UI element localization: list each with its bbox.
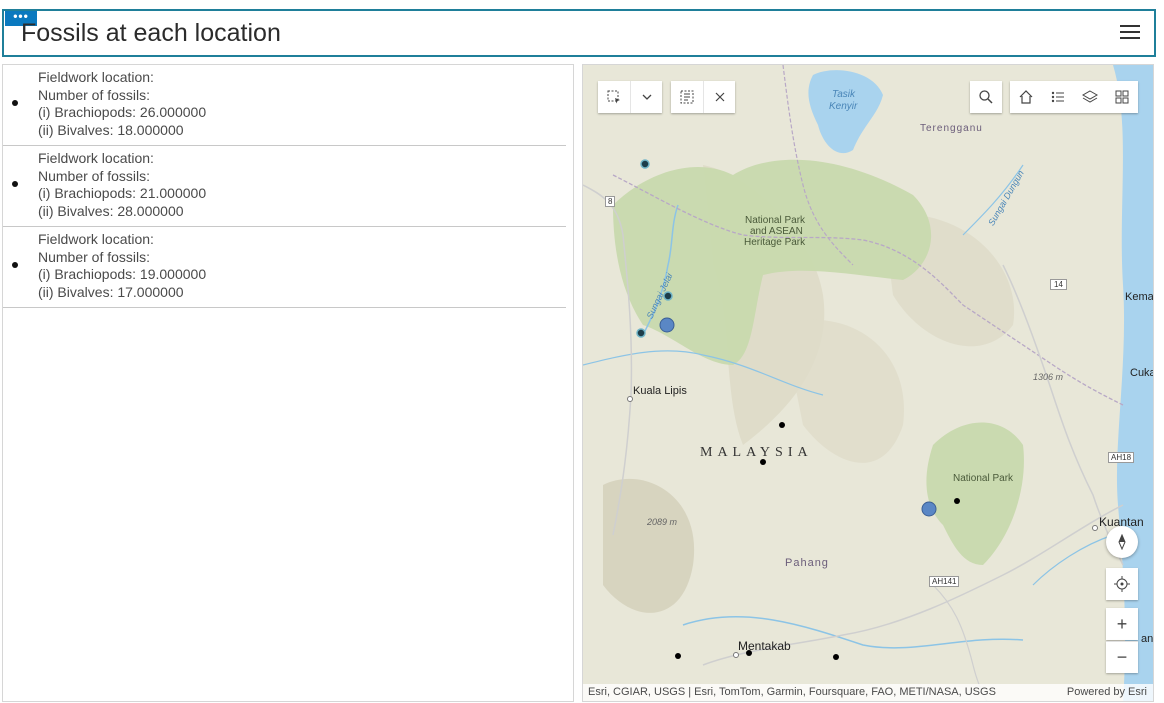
fossil-count-label: Number of fossils: — [38, 86, 151, 103]
map-label-kuala-lipis: Kuala Lipis — [633, 385, 687, 397]
location-label: Fieldwork location: — [38, 150, 154, 166]
list-item[interactable]: Fieldwork location: Number of fossils: (… — [3, 227, 566, 308]
app-header: ••• Fossils at each location — [2, 9, 1156, 57]
legend-icon[interactable] — [1042, 81, 1074, 113]
map-label-edge: an — [1141, 633, 1154, 645]
select-by-rectangle-icon[interactable] — [598, 81, 630, 113]
map-label-terengganu: Terengganu — [920, 123, 983, 134]
map-label-cukai: Cuka — [1130, 367, 1154, 379]
basemap[interactable] — [583, 65, 1154, 702]
attribution-sources[interactable]: Esri, CGIAR, USGS | Esri, TomTom, Garmin… — [588, 686, 996, 698]
fossil-count-label: Number of fossils: — [38, 248, 151, 265]
map-label-national-park-3: Heritage Park — [744, 237, 806, 248]
list-item[interactable]: Fieldwork location: Number of fossils: (… — [3, 146, 566, 227]
chevron-down-icon[interactable] — [630, 81, 662, 113]
map-label-elevation-2089: 2089 m — [647, 517, 678, 527]
map-view[interactable]: Tasik Kenyir Terengganu National Park an… — [582, 64, 1154, 702]
bivalves-count: (ii) Bivalves: 28.000000 — [38, 203, 184, 220]
bivalves-count: (ii) Bivalves: 18.000000 — [38, 122, 184, 139]
powered-by-esri[interactable]: Powered by Esri — [1067, 686, 1147, 698]
layers-icon[interactable] — [1074, 81, 1106, 113]
fossil-count-label: Number of fossils: — [38, 167, 151, 184]
page-title: Fossils at each location — [21, 19, 281, 47]
home-icon[interactable] — [1010, 81, 1042, 113]
map-label-kenyir: Kenyir — [829, 101, 858, 112]
bivalves-count: (ii) Bivalves: 17.000000 — [38, 284, 184, 301]
brachiopods-count: (i) Brachiopods: 19.000000 — [38, 266, 207, 283]
select-layers-icon[interactable] — [671, 81, 703, 113]
brachiopods-count: (i) Brachiopods: 21.000000 — [38, 185, 207, 202]
route-shield-ah18: AH18 — [1108, 452, 1135, 463]
brachiopods-count: (i) Brachiopods: 26.000000 — [38, 104, 207, 121]
search-tool — [970, 81, 1002, 113]
route-shield-8: 8 — [605, 196, 616, 207]
bullet-icon — [12, 262, 18, 268]
map-label-national-park: National Park — [745, 215, 806, 226]
map-label-kemaman: Kema — [1125, 291, 1154, 303]
map-label-malaysia: MALAYSIA — [700, 445, 813, 460]
map-tools-toolbar — [1010, 81, 1138, 113]
locate-icon[interactable] — [1106, 568, 1138, 600]
compass-icon[interactable] — [1106, 526, 1138, 558]
zoom-in-button[interactable]: + — [1106, 608, 1138, 640]
selection-toolbar — [598, 81, 662, 113]
map-label-elevation-1306: 1306 m — [1033, 372, 1064, 382]
location-label: Fieldwork location: — [38, 69, 154, 85]
hamburger-menu-icon[interactable] — [1120, 23, 1140, 41]
close-icon[interactable] — [703, 81, 735, 113]
map-label-national-park-east: National Park — [953, 473, 1014, 484]
bullet-icon — [12, 181, 18, 187]
map-label-national-park-2: and ASEAN — [750, 226, 803, 237]
list-item-text: Fieldwork location: Number of fossils: (… — [38, 150, 206, 221]
search-icon[interactable] — [970, 81, 1002, 113]
basemap-gallery-icon[interactable] — [1106, 81, 1138, 113]
map-label-mentakab: Mentakab — [738, 639, 791, 653]
route-shield-ah141: AH141 — [929, 576, 960, 587]
selection-actions-toolbar — [671, 81, 735, 113]
location-label: Fieldwork location: — [38, 231, 154, 247]
bullet-icon — [12, 100, 18, 106]
map-attribution: Esri, CGIAR, USGS | Esri, TomTom, Garmin… — [583, 684, 1153, 701]
zoom-out-button[interactable]: − — [1106, 641, 1138, 673]
list-item-text: Fieldwork location: Number of fossils: (… — [38, 69, 206, 140]
map-label-tasik: Tasik — [832, 89, 855, 100]
map-label-pahang: Pahang — [785, 557, 829, 569]
route-shield-14: 14 — [1050, 279, 1067, 290]
fossil-list-panel: Fieldwork location: Number of fossils: (… — [2, 64, 574, 702]
list-item-text: Fieldwork location: Number of fossils: (… — [38, 231, 206, 302]
list-item[interactable]: Fieldwork location: Number of fossils: (… — [3, 65, 566, 146]
